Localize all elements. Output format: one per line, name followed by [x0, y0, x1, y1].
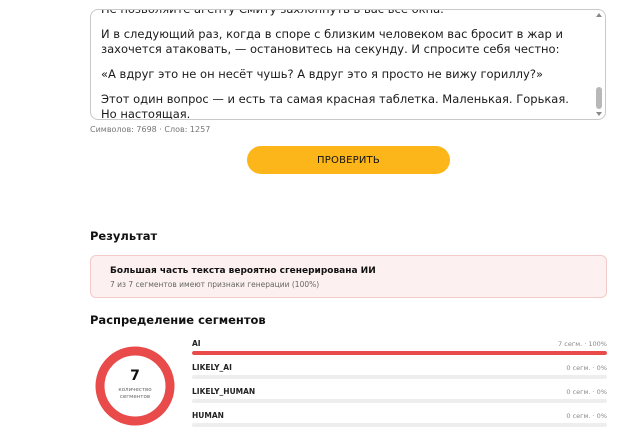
segment-value: 0 сегм. · 0%: [566, 412, 607, 420]
scroll-down-icon[interactable]: [596, 112, 602, 116]
scroll-up-icon[interactable]: [596, 13, 602, 17]
ring-caption-line: сегментов: [119, 394, 151, 400]
segment-bar: [192, 351, 607, 355]
segment-label: HUMAN: [192, 411, 224, 420]
text-line: И в следующий раз, когда в споре с близк…: [101, 27, 563, 56]
segment-label: LIKELY_HUMAN: [192, 387, 256, 396]
segment-row-likely-ai: LIKELY_AI 0 сегм. · 0%: [192, 360, 607, 384]
text-stats: Символов: 7698 · Слов: 1257: [90, 125, 211, 134]
result-title: Результат: [90, 229, 158, 243]
segment-row-human: HUMAN 0 сегм. · 0%: [192, 408, 607, 432]
segment-value: 7 сегм. · 100%: [558, 340, 607, 348]
segment-value: 0 сегм. · 0%: [566, 388, 607, 396]
ring-caption-line: количество: [118, 387, 152, 393]
segment-bar-fill: [192, 351, 607, 355]
verdict-box: Большая часть текста вероятно сгенериров…: [90, 255, 607, 298]
ring-progress: [95, 346, 175, 426]
segment-label: AI: [192, 339, 201, 348]
segment-bar: [192, 399, 607, 403]
text-line: Не позволяйте агенту Смиту захлопнуть в …: [101, 9, 444, 16]
textarea-scrollbar[interactable]: [595, 13, 603, 116]
segment-bar: [192, 423, 607, 427]
segment-list: AI 7 сегм. · 100% LIKELY_AI 0 сегм. · 0%…: [192, 336, 607, 432]
text-line: «А вдруг это не он несёт чушь? А вдруг э…: [101, 67, 543, 81]
ring-chart: [95, 346, 175, 426]
text-line: Этот один вопрос — и есть та самая красн…: [101, 92, 569, 120]
scroll-thumb[interactable]: [596, 87, 602, 109]
segment-bar: [192, 375, 607, 379]
segments-total: 7: [130, 368, 140, 384]
segment-label: LIKELY_AI: [192, 363, 232, 372]
segment-value: 0 сегм. · 0%: [566, 364, 607, 372]
text-input-area[interactable]: Не позволяйте агенту Смиту захлопнуть в …: [90, 9, 606, 120]
verdict-heading: Большая часть текста вероятно сгенериров…: [110, 266, 376, 276]
segment-row-ai: AI 7 сегм. · 100%: [192, 336, 607, 360]
segments-ring: 7 количество сегментов: [94, 345, 176, 427]
ring-caption: количество сегментов: [94, 387, 176, 401]
text-content[interactable]: Не позволяйте агенту Смиту захлопнуть в …: [101, 9, 583, 120]
check-button[interactable]: ПРОВЕРИТЬ: [247, 146, 450, 174]
verdict-detail: 7 из 7 сегментов имеют признаки генераци…: [110, 280, 320, 289]
segment-row-likely-human: LIKELY_HUMAN 0 сегм. · 0%: [192, 384, 607, 408]
distribution-title: Распределение сегментов: [90, 313, 266, 327]
